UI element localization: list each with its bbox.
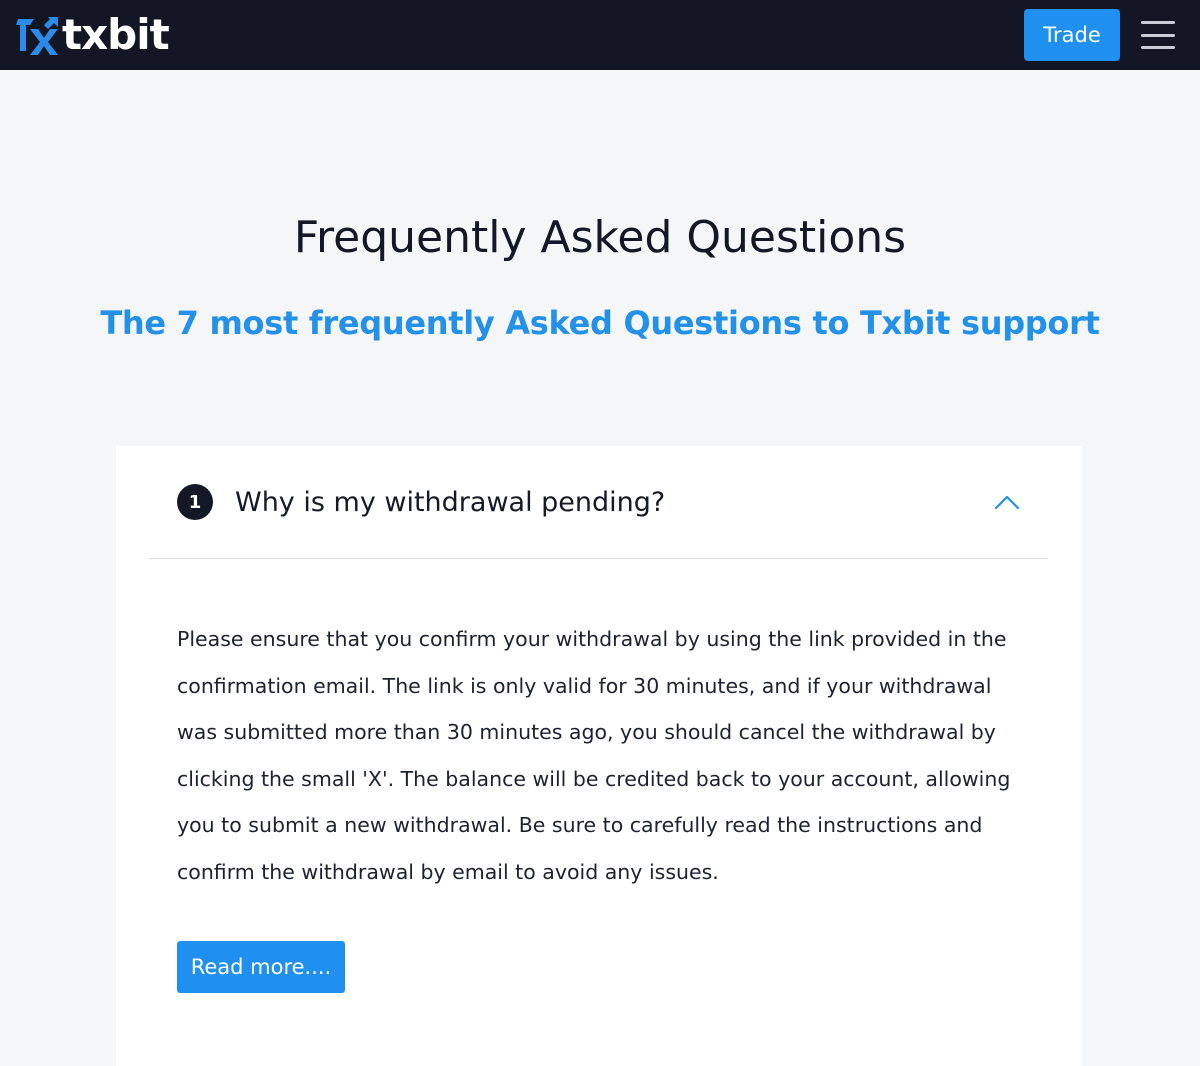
faq-question-text: Why is my withdrawal pending? — [235, 486, 666, 518]
faq-answer-text: Please ensure that you confirm your with… — [177, 627, 1011, 884]
brand-name: txbit — [62, 10, 170, 59]
page-subtitle: The 7 most frequently Asked Questions to… — [100, 304, 1100, 342]
hamburger-menu-icon[interactable] — [1138, 19, 1178, 51]
txbit-logo-icon — [16, 17, 58, 55]
faq-number-badge: 1 — [177, 484, 213, 520]
trade-button[interactable]: Trade — [1024, 9, 1120, 61]
faq-question-toggle[interactable]: 1 Why is my withdrawal pending? — [149, 446, 1048, 559]
brand-logo-link[interactable]: txbit — [12, 10, 170, 59]
faq-item-card: 1 Why is my withdrawal pending? Please e… — [116, 446, 1082, 1066]
page-title: Frequently Asked Questions — [293, 212, 907, 263]
menu-bar-middle — [1141, 33, 1175, 37]
menu-bar-bottom — [1141, 46, 1175, 49]
read-more-button[interactable]: Read more.... — [177, 941, 345, 993]
nav-actions: Trade — [1024, 9, 1178, 61]
menu-bar-top — [1141, 21, 1175, 24]
chevron-up-icon[interactable] — [992, 492, 1022, 512]
top-navbar: txbit Trade — [0, 0, 1200, 70]
